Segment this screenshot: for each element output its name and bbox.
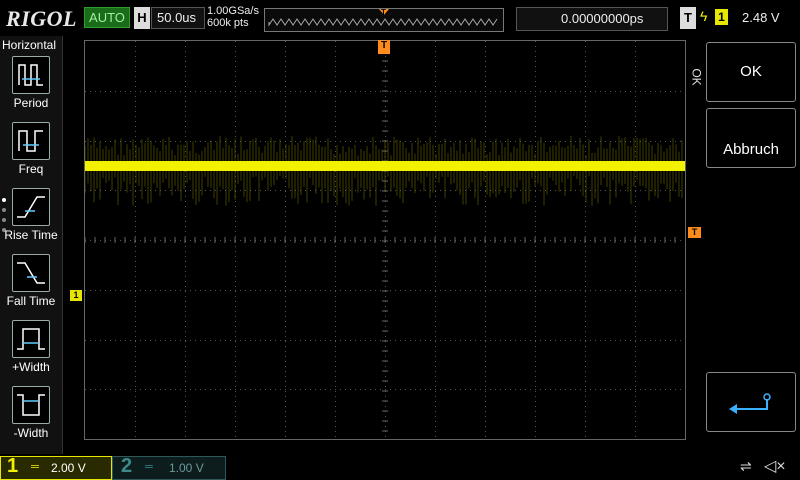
negative-width-icon [12, 386, 50, 424]
frequency-icon [12, 122, 50, 160]
rise-time-label: Rise Time [4, 228, 58, 242]
rise-time-icon [12, 188, 50, 226]
fall-time-label: Fall Time [6, 294, 56, 308]
return-arrow-icon [729, 393, 771, 414]
dc-coupling-icon: ═ [145, 461, 153, 473]
ok-side-tag: OK [689, 68, 704, 86]
ch1-number: 1 [7, 455, 19, 477]
freq-label: Freq [18, 162, 44, 176]
negative-width-label: -Width [13, 426, 49, 440]
measure-period[interactable]: Period [0, 56, 62, 118]
speaker-muted-icon[interactable]: ◁× [764, 456, 786, 476]
trigger-position-label: T [381, 8, 386, 17]
positive-width-icon [12, 320, 50, 358]
top-status-bar: RIGOL AUTO H 50.0us 1.00GSa/s 600k pts T… [0, 0, 800, 36]
sample-rate: 1.00GSa/s [207, 5, 259, 17]
timebase-key[interactable]: H [134, 7, 150, 29]
period-label: Period [13, 96, 49, 110]
ch1-scale: 2.00 V [51, 461, 86, 475]
graticule [85, 41, 681, 437]
trigger-level-value: 2.48 V [742, 10, 780, 25]
brand-logo: RIGOL [6, 6, 77, 31]
trigger-key[interactable]: T [680, 7, 696, 29]
dc-coupling-icon: ═ [31, 461, 39, 473]
delay-value: 0.00000000ps [561, 11, 644, 26]
delay-box[interactable]: 0.00000000ps [516, 7, 668, 31]
trigger-slope-icon: ϟ [700, 8, 708, 24]
ch2-scale: 1.00 V [169, 461, 204, 475]
ch2-status[interactable]: 2 ═ 1.00 V [112, 455, 226, 480]
timebase-value: 50.0us [157, 10, 197, 25]
trigger-source-badge: 1 [715, 9, 728, 25]
waveform-display[interactable] [84, 40, 686, 440]
ch1-trace [85, 161, 685, 171]
acquisition-info: 1.00GSa/s 600k pts [207, 5, 259, 29]
run-status-badge[interactable]: AUTO [84, 7, 130, 28]
cancel-label: Abbruch [723, 141, 779, 158]
fall-time-icon [12, 254, 50, 292]
trigger-level-marker[interactable]: T [688, 227, 701, 238]
horizontal-measure-menu: Horizontal Period Freq Rise Time Fall Ti… [0, 36, 63, 454]
ok-button[interactable]: OK [706, 42, 796, 102]
measure-positive-width[interactable]: +Width [0, 320, 62, 382]
ch2-number: 2 [121, 455, 133, 477]
measure-negative-width[interactable]: -Width [0, 386, 62, 448]
measure-freq[interactable]: Freq [0, 122, 62, 184]
menu-title: Horizontal [2, 38, 57, 52]
cancel-button[interactable]: Abbruch [706, 108, 796, 168]
ch1-offset-marker[interactable]: 1 [70, 290, 82, 301]
measure-rise-time[interactable]: Rise Time [0, 188, 62, 250]
trigger-position-bar[interactable]: T [264, 8, 504, 32]
trigger-time-marker[interactable]: T [378, 40, 390, 54]
measure-fall-time[interactable]: Fall Time [0, 254, 62, 316]
waveform-canvas [85, 41, 685, 437]
timebase-box[interactable]: 50.0us [151, 7, 205, 29]
memory-depth: 600k pts [207, 17, 249, 29]
return-button[interactable] [706, 372, 796, 432]
positive-width-label: +Width [12, 360, 50, 374]
period-icon [12, 56, 50, 94]
ch1-status[interactable]: 1 ═ 2.00 V [0, 455, 112, 480]
usb-icon: ⇌ [740, 458, 752, 474]
